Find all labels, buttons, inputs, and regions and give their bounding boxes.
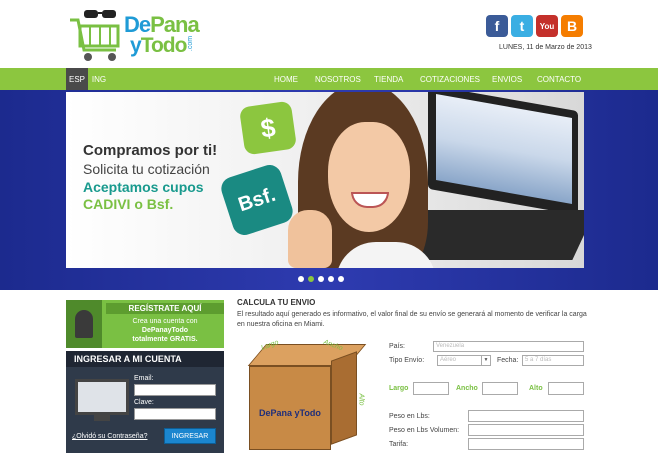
fecha-label: Fecha: bbox=[497, 357, 519, 364]
tarifa-label: Tarifa: bbox=[389, 441, 409, 448]
woman-face bbox=[328, 122, 410, 232]
current-date: LUNES, 11 de Marzo de 2013 bbox=[499, 44, 592, 51]
pais-label: País: bbox=[389, 343, 405, 350]
facebook-icon[interactable]: f bbox=[486, 15, 508, 37]
slider-dot-3[interactable] bbox=[318, 276, 324, 282]
blogger-icon[interactable]: B bbox=[561, 15, 583, 37]
nav-item-cotizaciones[interactable]: COTIZACIONES bbox=[420, 68, 480, 90]
login-title: INGRESAR A MI CUENTA bbox=[66, 351, 224, 367]
nav-item-envios[interactable]: ENVIOS bbox=[492, 68, 522, 90]
slider-dot-4[interactable] bbox=[328, 276, 334, 282]
nav-item-home[interactable]: HOME bbox=[274, 68, 298, 90]
calculator-description: El resultado aquí generado es informativ… bbox=[237, 311, 587, 328]
box-illustration: DePana yTodo Largo Ancho Alto bbox=[237, 338, 377, 453]
box-logo: DePana yTodo bbox=[259, 408, 321, 418]
cart-icon bbox=[70, 10, 120, 61]
calculator-title: CALCULA TU ENVIO bbox=[237, 298, 316, 307]
box-side bbox=[331, 351, 357, 445]
alto-field[interactable] bbox=[548, 382, 584, 395]
slider-dot-5[interactable] bbox=[338, 276, 344, 282]
bsf-bubble: Bsf. bbox=[218, 161, 296, 239]
ancho-label: Ancho bbox=[456, 385, 478, 392]
register-title: REGÍSTRATE AQUÍ bbox=[106, 303, 224, 314]
site-logo[interactable]: DePana yTodo .com bbox=[66, 4, 200, 64]
ancho-field[interactable] bbox=[482, 382, 518, 395]
slide-headline: Compramos por ti! bbox=[83, 142, 218, 159]
monitor-icon bbox=[75, 379, 129, 415]
lang-ing-button[interactable]: ING bbox=[88, 68, 110, 90]
register-text: Crea una cuenta con DePanayTodo totalmen… bbox=[132, 318, 198, 343]
slider-pagination bbox=[298, 276, 344, 282]
nav-item-contacto[interactable]: CONTACTO bbox=[537, 68, 581, 90]
pais-field[interactable]: Venezuela bbox=[433, 341, 584, 352]
dollar-bubble: $ bbox=[238, 100, 298, 156]
thumbs-up-hand bbox=[288, 210, 332, 268]
tarifa-field[interactable] bbox=[468, 438, 584, 450]
header: DePana yTodo .com f t You B LUNES, 11 de… bbox=[0, 0, 658, 68]
lang-esp-button[interactable]: ESP bbox=[66, 68, 88, 90]
fecha-field[interactable]: 5 a 7 días bbox=[522, 355, 584, 366]
login-button[interactable]: INGRESAR bbox=[164, 428, 216, 444]
peso-volumen-label: Peso en Lbs Volumen: bbox=[389, 427, 460, 434]
slide-line-cadivi: CADIVI o Bsf. bbox=[83, 196, 174, 212]
logo-domain: .com bbox=[187, 35, 195, 52]
chevron-down-icon: ▼ bbox=[481, 356, 490, 365]
nav-item-tienda[interactable]: TIENDA bbox=[374, 68, 403, 90]
forgot-password-link[interactable]: ¿Olvidó su Contraseña? bbox=[72, 433, 147, 440]
password-label: Clave: bbox=[134, 399, 154, 406]
email-label: Email: bbox=[134, 375, 154, 382]
tipo-envio-label: Tipo Envío: bbox=[389, 357, 425, 364]
login-panel: INGRESAR A MI CUENTA Email: Clave: ¿Olvi… bbox=[66, 351, 224, 453]
nav-item-nosotros[interactable]: NOSOTROS bbox=[315, 68, 361, 90]
slide-line-cupos: Aceptamos cupos bbox=[83, 179, 204, 195]
largo-field[interactable] bbox=[413, 382, 449, 395]
peso-lbs-label: Peso en Lbs: bbox=[389, 413, 430, 420]
youtube-icon[interactable]: You bbox=[536, 15, 558, 37]
tipo-envio-select[interactable]: Aéreo ▼ bbox=[437, 355, 491, 366]
user-icon bbox=[66, 300, 102, 348]
email-field[interactable] bbox=[134, 384, 216, 396]
peso-lbs-field[interactable] bbox=[468, 410, 584, 422]
monitor-stand bbox=[94, 415, 110, 421]
hero-slide[interactable]: $ Bsf. Compramos por ti! Solicita tu cot… bbox=[66, 92, 584, 268]
slider-dot-1[interactable] bbox=[298, 276, 304, 282]
alto-label: Alto bbox=[529, 385, 543, 392]
password-field[interactable] bbox=[134, 408, 216, 420]
laptop-keyboard bbox=[404, 210, 584, 260]
slide-subline: Solicita tu cotización bbox=[83, 161, 210, 177]
peso-volumen-field[interactable] bbox=[468, 424, 584, 436]
slider-dot-2[interactable] bbox=[308, 276, 314, 282]
box-alto-label: Alto bbox=[357, 393, 365, 406]
logo-text-bottom: yTodo bbox=[130, 34, 187, 57]
largo-label: Largo bbox=[389, 385, 409, 392]
register-banner[interactable]: REGÍSTRATE AQUÍ Crea una cuenta con DePa… bbox=[66, 300, 224, 348]
twitter-icon[interactable]: t bbox=[511, 15, 533, 37]
main-nav: ESP ING HOME NOSOTROS TIENDA COTIZACIONE… bbox=[0, 68, 658, 90]
